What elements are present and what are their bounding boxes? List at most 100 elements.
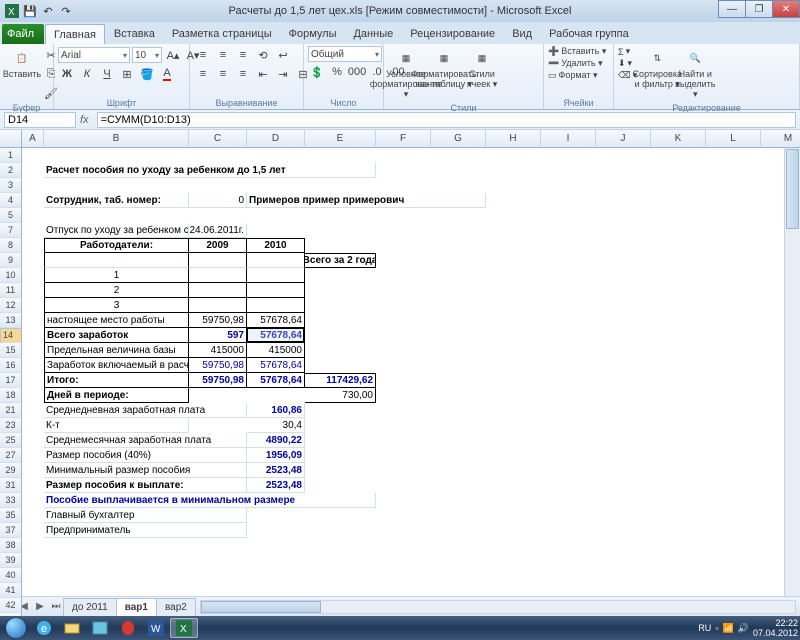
orient-icon[interactable]: ⟲ — [254, 46, 272, 64]
comma-icon[interactable]: 000 — [348, 63, 366, 81]
cell[interactable]: 57678,64 — [247, 328, 305, 343]
row-header[interactable]: 3 — [0, 178, 22, 193]
format-cells-button[interactable]: ▭Формат ▾ — [548, 70, 598, 81]
tray-sound-icon[interactable]: 🔊 — [738, 623, 749, 634]
cell[interactable]: 2523,48 — [247, 463, 305, 478]
row-header[interactable]: 16 — [0, 358, 22, 373]
row-header[interactable]: 35 — [0, 508, 22, 523]
close-button[interactable]: ✕ — [772, 0, 800, 18]
cell[interactable]: 1 — [44, 268, 189, 283]
cell[interactable]: Расчет пособия по уходу за ребенком до 1… — [44, 163, 376, 178]
fill-color-button[interactable]: 🪣 — [138, 65, 156, 83]
format-table-button[interactable]: ▦Форматировать как таблицу ▾ — [426, 46, 462, 92]
cell[interactable]: Среднемесячная заработная плата — [44, 433, 247, 448]
row-header[interactable]: 14 — [0, 328, 22, 343]
taskbar-photos-icon[interactable] — [86, 618, 114, 638]
col-header[interactable]: D — [247, 130, 305, 148]
cell[interactable] — [189, 283, 247, 298]
maximize-button[interactable]: ❐ — [745, 0, 773, 18]
sheet-tab[interactable]: до 2011 — [63, 598, 117, 616]
cell-styles-button[interactable]: ▦Стили ячеек ▾ — [464, 46, 500, 92]
row-header[interactable]: 11 — [0, 283, 22, 298]
fill-button[interactable]: ⬇▾ — [618, 58, 637, 69]
col-header[interactable]: F — [376, 130, 431, 148]
col-header[interactable]: K — [651, 130, 706, 148]
tab-data[interactable]: Данные — [345, 24, 401, 44]
font-color-button[interactable]: A — [158, 65, 176, 83]
col-header[interactable]: G — [431, 130, 486, 148]
tab-nav-last[interactable]: ⏭ — [48, 601, 64, 612]
cell[interactable]: 2523,48 — [247, 478, 305, 493]
taskbar-excel-icon[interactable]: X — [170, 618, 198, 638]
row-header[interactable]: 18 — [0, 388, 22, 403]
cell[interactable]: Работодатели: — [44, 238, 189, 253]
cell[interactable]: Минимальный размер пособия — [44, 463, 247, 478]
cell[interactable]: 57678,64 — [247, 313, 305, 328]
taskbar-ie-icon[interactable]: e — [30, 618, 58, 638]
row-header[interactable]: 29 — [0, 463, 22, 478]
horizontal-scrollbar[interactable] — [200, 600, 796, 614]
row-header[interactable]: 5 — [0, 208, 22, 223]
row-header[interactable]: 25 — [0, 433, 22, 448]
row-header[interactable]: 9 — [0, 253, 22, 268]
cell[interactable] — [189, 298, 247, 313]
row-header[interactable]: 17 — [0, 373, 22, 388]
cell[interactable] — [189, 268, 247, 283]
cell[interactable]: Всего за 2 года — [305, 253, 376, 268]
worksheet[interactable]: ABCDEFGHIJKLM 12345789101112131415161718… — [0, 130, 800, 596]
italic-button[interactable]: К — [78, 65, 96, 83]
align-top-icon[interactable]: ≡ — [194, 46, 212, 64]
border-button[interactable]: ⊞ — [118, 65, 136, 83]
align-mid-icon[interactable]: ≡ — [214, 46, 232, 64]
minimize-button[interactable]: — — [718, 0, 746, 18]
cell[interactable]: 415000 — [189, 343, 247, 358]
redo-icon[interactable]: ↷ — [58, 3, 74, 19]
cell[interactable]: Среднедневная заработная плата — [44, 403, 247, 418]
cell[interactable]: 30,4 — [247, 418, 305, 433]
cell[interactable]: 59750,98 — [189, 313, 247, 328]
cell[interactable]: 597 — [189, 328, 247, 343]
cell[interactable]: 415000 — [247, 343, 305, 358]
select-all-corner[interactable] — [0, 130, 22, 148]
font-name-select[interactable]: Arial▾ — [58, 47, 130, 63]
tab-home[interactable]: Главная — [45, 24, 105, 44]
sort-filter-button[interactable]: ⇅Сортировка и фильтр ▾ — [639, 46, 675, 92]
row-header[interactable]: 21 — [0, 403, 22, 418]
cell[interactable]: 57678,64 — [247, 358, 305, 373]
col-header[interactable]: H — [486, 130, 541, 148]
cell[interactable] — [247, 283, 305, 298]
wrap-icon[interactable]: ↩ — [274, 46, 292, 64]
tab-workgroup[interactable]: Рабочая группа — [541, 24, 637, 44]
insert-cells-button[interactable]: ➕Вставить ▾ — [548, 46, 606, 57]
align-left-icon[interactable]: ≡ — [194, 65, 212, 83]
grow-font-icon[interactable]: A▴ — [164, 46, 182, 64]
cell[interactable]: Отпуск по уходу за ребенком с — [44, 223, 189, 238]
cell[interactable]: Сотрудник, таб. номер: — [44, 193, 189, 208]
cell[interactable]: Размер пособия (40%) — [44, 448, 247, 463]
cell[interactable]: настоящее место работы — [44, 313, 189, 328]
align-bot-icon[interactable]: ≡ — [234, 46, 252, 64]
col-header[interactable]: I — [541, 130, 596, 148]
cell[interactable]: К-т — [44, 418, 189, 433]
cell[interactable]: 57678,64 — [247, 373, 305, 388]
tab-insert[interactable]: Вставка — [106, 24, 163, 44]
cell[interactable]: 59750,98 — [189, 373, 247, 388]
col-header[interactable]: M — [761, 130, 800, 148]
cell[interactable]: Главный бухгалтер — [44, 508, 247, 523]
cell[interactable]: 59750,98 — [189, 358, 247, 373]
row-header[interactable]: 2 — [0, 163, 22, 178]
bold-button[interactable]: Ж — [58, 65, 76, 83]
row-header[interactable]: 13 — [0, 313, 22, 328]
cell[interactable] — [247, 253, 305, 268]
formula-input[interactable]: =СУММ(D10:D13) — [97, 112, 796, 128]
taskbar-explorer-icon[interactable] — [58, 618, 86, 638]
cell[interactable]: 117429,62 — [305, 373, 376, 388]
cell[interactable]: 0 — [189, 193, 247, 208]
tab-view[interactable]: Вид — [504, 24, 540, 44]
tray-flag-icon[interactable]: ▫ — [715, 623, 718, 633]
paste-button[interactable]: 📋Вставить — [4, 46, 40, 81]
cell[interactable]: Заработок включаемый в расчет — [44, 358, 189, 373]
row-header[interactable]: 33 — [0, 493, 22, 508]
tray-clock[interactable]: 22:2207.04.2012 — [753, 618, 798, 638]
row-header[interactable]: 4 — [0, 193, 22, 208]
